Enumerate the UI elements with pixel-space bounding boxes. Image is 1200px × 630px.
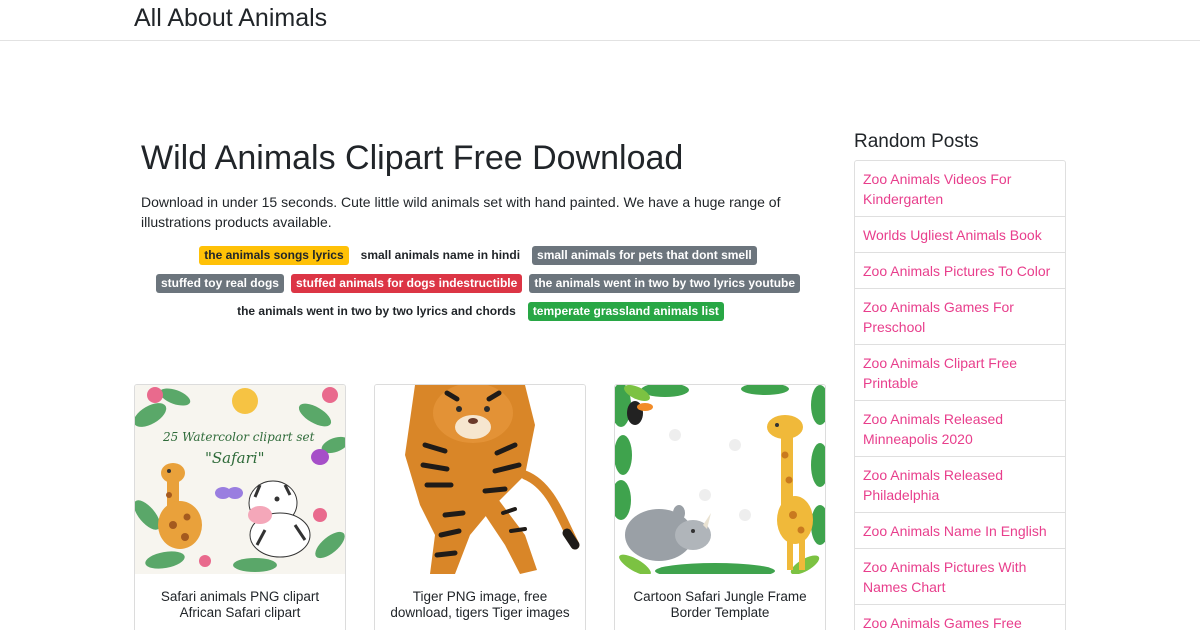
random-post-link[interactable]: Zoo Animals Pictures To Color — [855, 252, 1065, 288]
random-post-link[interactable]: Zoo Animals Pictures With Names Chart — [855, 548, 1065, 604]
random-post-link[interactable]: Worlds Ugliest Animals Book — [855, 216, 1065, 252]
tiger-image[interactable] — [375, 385, 585, 574]
tag-link[interactable]: stuffed animals for dogs indestructible — [290, 274, 523, 293]
random-post-link[interactable]: Zoo Animals Games Free — [855, 604, 1065, 630]
sidebar-title: Random Posts — [854, 131, 979, 152]
tag-link[interactable]: small animals name in hindi — [355, 246, 526, 265]
tag-link[interactable]: temperate grassland animals list — [527, 302, 724, 321]
svg-text:"Safari": "Safari" — [205, 449, 264, 467]
page-title: Wild Animals Clipart Free Download — [141, 139, 684, 177]
site-brand-link[interactable]: All About Animals — [134, 3, 327, 33]
random-post-link[interactable]: Zoo Animals Games For Preschool — [855, 288, 1065, 344]
card-caption: Tiger PNG image, free download, tigers T… — [390, 589, 570, 620]
navbar: All About Animals — [0, 0, 1200, 41]
card-caption: Cartoon Safari Jungle Frame Border Templ… — [633, 589, 807, 620]
article-intro: Download in under 15 seconds. Cute littl… — [141, 194, 781, 230]
card-caption: Safari animals PNG clipart African Safar… — [160, 589, 320, 620]
random-post-link[interactable]: Zoo Animals Released Philadelphia — [855, 456, 1065, 512]
article-header: Wild Animals Clipart Free Download Downl… — [141, 138, 831, 232]
random-post-link[interactable]: Zoo Animals Clipart Free Printable — [855, 344, 1065, 400]
tag-link[interactable]: the animals went in two by two lyrics yo… — [529, 274, 801, 293]
random-posts-list: Zoo Animals Videos For Kindergarten Worl… — [854, 160, 1066, 630]
random-post-link[interactable]: Zoo Animals Videos For Kindergarten — [855, 161, 1065, 216]
jungle-frame-image[interactable] — [615, 385, 825, 574]
image-card[interactable]: 25 Watercolor clipart set "Safari" Safar… — [134, 384, 346, 630]
tag-link[interactable]: small animals for pets that dont smell — [532, 246, 757, 265]
tag-link[interactable]: the animals songs lyrics — [199, 246, 349, 265]
sidebar: Random Posts Zoo Animals Videos For Kind… — [854, 131, 1066, 630]
tag-link[interactable]: stuffed toy real dogs — [155, 274, 284, 293]
tag-link[interactable]: the animals went in two by two lyrics an… — [232, 302, 521, 321]
random-post-link[interactable]: Zoo Animals Name In English — [855, 512, 1065, 548]
tag-cloud: the animals songs lyrics small animals n… — [141, 246, 815, 321]
svg-text:25 Watercolor clipart set: 25 Watercolor clipart set — [162, 430, 315, 444]
image-card[interactable]: Cartoon Safari Jungle Frame Border Templ… — [614, 384, 826, 630]
random-post-link[interactable]: Zoo Animals Released Minneapolis 2020 — [855, 400, 1065, 456]
safari-animals-watercolor-image[interactable]: 25 Watercolor clipart set "Safari" — [135, 385, 345, 574]
image-card[interactable]: Tiger PNG image, free download, tigers T… — [374, 384, 586, 630]
